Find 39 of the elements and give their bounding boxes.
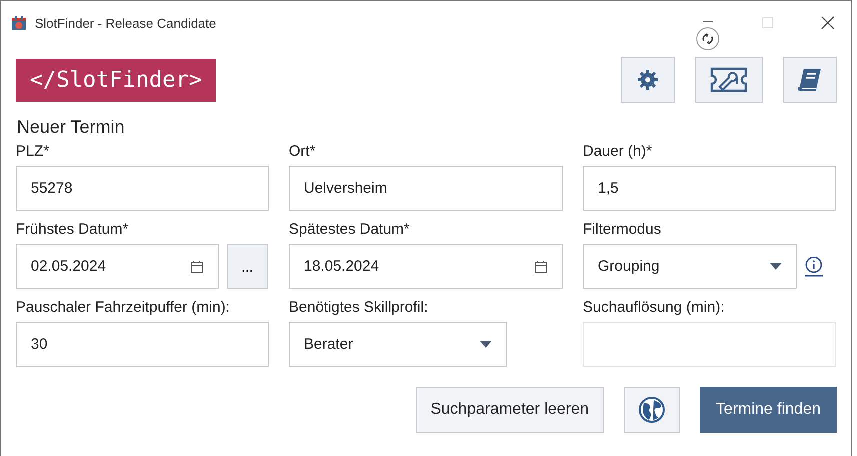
field-label: Filtermodus xyxy=(583,221,662,238)
calendar-icon[interactable] xyxy=(534,260,548,274)
sync-icon[interactable] xyxy=(696,26,720,50)
input-field[interactable]: 30 xyxy=(16,322,269,367)
book-icon xyxy=(796,66,824,94)
field-label: PLZ* xyxy=(16,143,50,160)
logo: </SlotFinder> xyxy=(16,58,216,102)
field-label: Dauer (h)* xyxy=(583,143,654,160)
field-label: Spätestes Datum* xyxy=(289,221,411,238)
field-label: Suchauflösung (min): xyxy=(583,299,726,316)
dropdown-arrow-icon xyxy=(770,263,782,270)
window-title: SlotFinder - Release Candidate xyxy=(35,16,216,30)
calendar-icon[interactable] xyxy=(190,260,204,274)
close-button[interactable] xyxy=(821,16,835,30)
date-field[interactable]: 18.05.2024 xyxy=(289,244,563,289)
calendar-icon xyxy=(11,15,27,31)
input-field[interactable]: 55278 xyxy=(16,166,269,211)
field-label: Pauschaler Fahrzeitpuffer (min): xyxy=(16,299,231,316)
gear-icon xyxy=(636,68,660,92)
more-button[interactable]: ... xyxy=(227,244,268,289)
field-label: Benötigtes Skillprofil: xyxy=(289,299,430,316)
book-button[interactable] xyxy=(783,57,837,103)
input-field[interactable]: Uelversheim xyxy=(289,166,563,211)
dropdown[interactable]: Berater xyxy=(289,322,507,367)
input-field[interactable]: 1,5 xyxy=(583,166,836,211)
ticket-wrench-icon xyxy=(709,66,749,94)
dropdown-arrow-icon xyxy=(480,341,492,348)
globe-button[interactable] xyxy=(624,387,680,433)
info-icon[interactable] xyxy=(805,256,823,276)
settings-button[interactable] xyxy=(621,57,675,103)
find-button[interactable]: Termine finden xyxy=(700,387,837,433)
ticket-wrench-button[interactable] xyxy=(695,57,763,103)
clear-button[interactable]: Suchparameter leeren xyxy=(416,387,604,433)
field-label: Frühstes Datum* xyxy=(16,221,130,238)
date-field[interactable]: 02.05.2024 xyxy=(16,244,219,289)
section-title: Neuer Termin xyxy=(16,116,126,138)
globe-icon xyxy=(639,397,666,423)
dropdown[interactable]: Grouping xyxy=(583,244,797,289)
field-label: Ort* xyxy=(289,143,317,160)
